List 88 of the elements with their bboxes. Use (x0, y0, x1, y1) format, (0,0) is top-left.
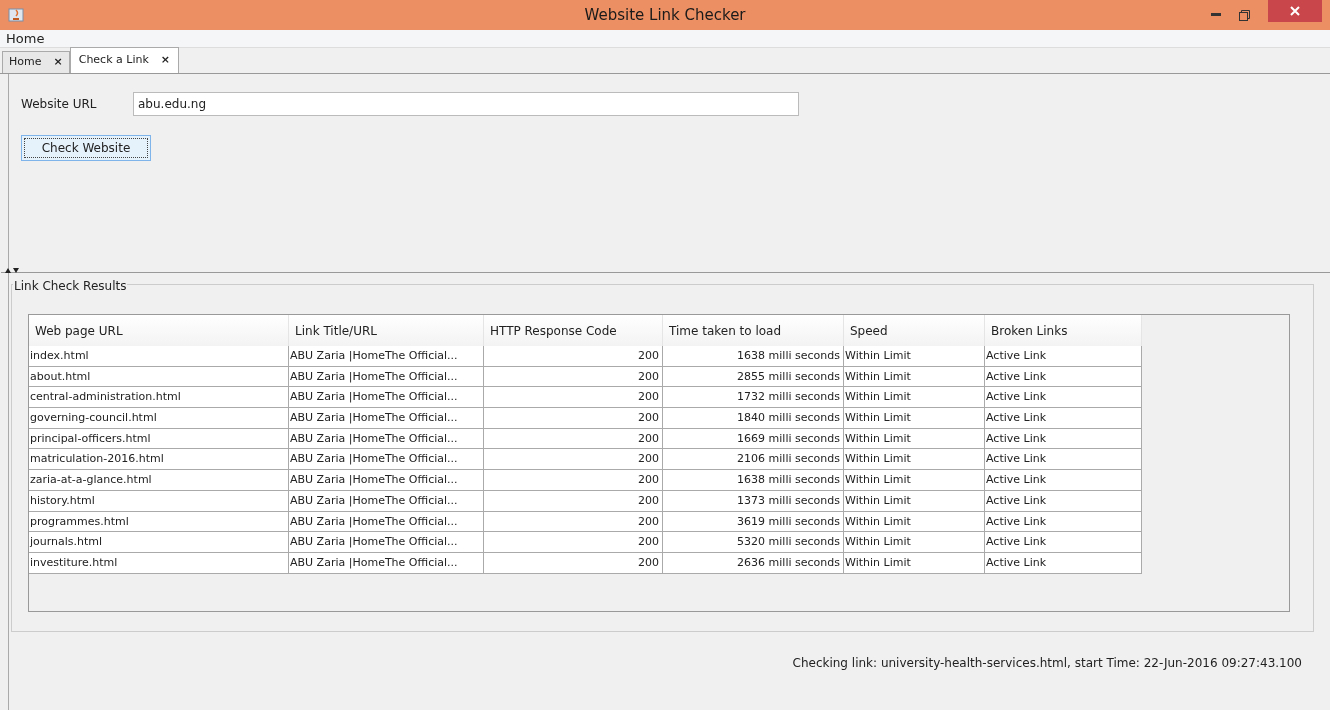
tab[interactable]: Check a Link × (69, 47, 180, 73)
table-cell: Within Limit (844, 346, 985, 366)
table-cell: 5320 milli seconds (663, 532, 844, 552)
table-cell: Within Limit (844, 387, 985, 408)
table-cell: Active Link (985, 511, 1142, 532)
table-cell: Active Link (985, 428, 1142, 449)
close-tab-icon[interactable]: × (53, 54, 63, 71)
table-cell: Active Link (985, 490, 1142, 511)
table-cell: 200 (484, 552, 663, 573)
table-cell: 2855 milli seconds (663, 366, 844, 387)
table-cell: zaria-at-a-glance.html (29, 470, 289, 490)
table-cell: 200 (484, 470, 663, 490)
table-cell: 200 (484, 408, 663, 428)
table-cell: Within Limit (844, 470, 985, 490)
window-title: Website Link Checker (584, 4, 746, 26)
minimize-icon[interactable] (1211, 13, 1221, 17)
table-cell: 200 (484, 511, 663, 532)
app-icon (8, 7, 24, 23)
table-cell: Active Link (985, 552, 1142, 573)
column-header[interactable]: HTTP Response Code (484, 315, 663, 346)
table-cell: ABU Zaria |HomeThe Official... (289, 532, 484, 552)
column-header[interactable]: Time taken to load (663, 315, 844, 346)
table-cell: 200 (484, 366, 663, 387)
table-cell: Active Link (985, 532, 1142, 552)
table-cell: Active Link (985, 387, 1142, 408)
table-cell: ABU Zaria |HomeThe Official... (289, 428, 484, 449)
url-label: Website URL (21, 96, 98, 113)
table-cell: Within Limit (844, 449, 985, 470)
menu-item[interactable]: Home (6, 28, 45, 49)
table-cell: 200 (484, 532, 663, 552)
table-cell: 3619 milli seconds (663, 511, 844, 532)
table-cell: ABU Zaria |HomeThe Official... (289, 490, 484, 511)
url-field[interactable]: abu.edu.ng (133, 92, 799, 116)
table-cell: ABU Zaria |HomeThe Official... (289, 470, 484, 490)
table-cell: ABU Zaria |HomeThe Official... (289, 449, 484, 470)
table-cell: history.html (29, 490, 289, 511)
table-cell: Active Link (985, 408, 1142, 428)
table-cell: matriculation-2016.html (29, 449, 289, 470)
table-cell: Within Limit (844, 408, 985, 428)
close-tab-icon[interactable]: × (160, 52, 171, 69)
table-cell: Within Limit (844, 428, 985, 449)
column-header[interactable]: Link Title/URL (289, 315, 484, 346)
splitter-arrows-icon[interactable] (5, 267, 19, 273)
restore-icon[interactable] (1239, 9, 1250, 21)
table-cell: ABU Zaria |HomeThe Official... (289, 511, 484, 532)
column-header[interactable]: Broken Links (985, 315, 1142, 346)
table-cell: ABU Zaria |HomeThe Official... (289, 552, 484, 573)
table-cell: investiture.html (29, 552, 289, 573)
table-cell: governing-council.html (29, 408, 289, 428)
table-cell: principal-officers.html (29, 428, 289, 449)
table-cell: Within Limit (844, 552, 985, 573)
table-cell: ABU Zaria |HomeThe Official... (289, 346, 484, 366)
table-cell: ABU Zaria |HomeThe Official... (289, 366, 484, 387)
table-cell: 200 (484, 346, 663, 366)
table-cell: Within Limit (844, 490, 985, 511)
tab[interactable]: Home × (2, 51, 70, 73)
table-cell: index.html (29, 346, 289, 366)
table-cell: programmes.html (29, 511, 289, 532)
table-cell: ABU Zaria |HomeThe Official... (289, 408, 484, 428)
check-website-button[interactable]: Check Website (21, 135, 151, 161)
close-button[interactable] (1268, 0, 1322, 22)
column-header[interactable]: Speed (844, 315, 985, 346)
close-icon (1290, 6, 1300, 16)
table-cell: 1669 milli seconds (663, 428, 844, 449)
table-cell: ABU Zaria |HomeThe Official... (289, 387, 484, 408)
table-cell: 1638 milli seconds (663, 346, 844, 366)
table-cell: 1373 milli seconds (663, 490, 844, 511)
table-cell: Active Link (985, 346, 1142, 366)
table-cell: Active Link (985, 449, 1142, 470)
table-cell: 1732 milli seconds (663, 387, 844, 408)
table-cell: 2636 milli seconds (663, 552, 844, 573)
table-cell: 200 (484, 428, 663, 449)
table-cell: Active Link (985, 470, 1142, 490)
table-cell: 1638 milli seconds (663, 470, 844, 490)
table-cell: journals.html (29, 532, 289, 552)
table-cell: central-administration.html (29, 387, 289, 408)
table-cell: 1840 milli seconds (663, 408, 844, 428)
table-cell: 2106 milli seconds (663, 449, 844, 470)
table-cell: 200 (484, 449, 663, 470)
table-cell: Within Limit (844, 511, 985, 532)
column-header[interactable]: Web page URL (29, 315, 289, 346)
table-cell: 200 (484, 387, 663, 408)
status-text: Checking link: university-health-services.html, start Time: 22-Jun-2016 09:27:43.100 (792, 655, 1302, 672)
table-cell: about.html (29, 366, 289, 387)
table-cell: Within Limit (844, 532, 985, 552)
table-cell: 200 (484, 490, 663, 511)
table-cell: Within Limit (844, 366, 985, 387)
table-cell: Active Link (985, 366, 1142, 387)
